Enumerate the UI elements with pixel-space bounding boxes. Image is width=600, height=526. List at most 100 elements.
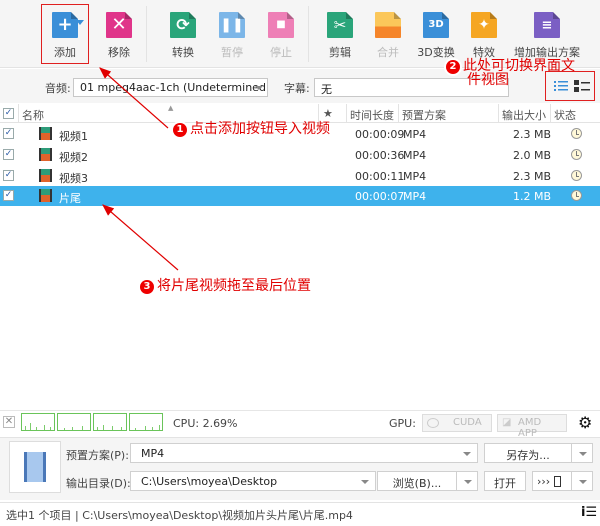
- amd-icon: ◪: [502, 417, 512, 428]
- table-row[interactable]: ✓ 视频3 00:00:11 MP4 2.3 MB: [0, 166, 600, 186]
- preset-select[interactable]: MP4: [130, 443, 478, 463]
- gear-icon[interactable]: ⚙: [578, 413, 592, 432]
- clock-icon: [571, 170, 582, 181]
- pause-icon: ❚❚: [219, 12, 245, 38]
- toolbar-separator: [146, 6, 147, 62]
- subtitle-label: 字幕:: [284, 82, 310, 95]
- merge-icon: [375, 12, 401, 38]
- chevron-down-icon: [579, 480, 587, 484]
- file-preset: MP4: [403, 149, 427, 162]
- video-profile-icon: [24, 452, 46, 482]
- subtitle-value: 无: [321, 83, 332, 96]
- gpu-label: GPU:: [389, 417, 416, 430]
- output-dir-label: 输出目录(D):: [66, 477, 131, 490]
- column-divider: [498, 104, 499, 123]
- clock-icon: [571, 149, 582, 160]
- convert-button[interactable]: ⟳ 转换: [156, 8, 210, 60]
- file-duration: 00:00:09: [355, 128, 405, 141]
- remove-button[interactable]: ✕ 移除: [92, 8, 146, 60]
- effects-button[interactable]: ✦ 特效: [457, 8, 511, 60]
- step-badge: 1: [173, 123, 187, 137]
- export-dropdown[interactable]: [571, 471, 593, 491]
- annotation-step-2: 2 此处可切换界面文: [446, 59, 575, 74]
- file-preset: MP4: [403, 128, 427, 141]
- log-icon[interactable]: i☰: [581, 505, 597, 520]
- convert-icon: ⟳: [170, 12, 196, 38]
- add-profile-button[interactable]: ≡ 增加输出方案: [510, 8, 584, 60]
- column-duration[interactable]: 时间长度: [350, 107, 394, 123]
- preset-thumbnail: [9, 441, 61, 493]
- video-file-icon: [39, 169, 52, 182]
- video-file-icon: [39, 148, 52, 161]
- column-divider: [398, 104, 399, 123]
- annotation-step-1: 1 点击添加按钮导入视频: [173, 122, 330, 137]
- table-row[interactable]: ✓ 视频2 00:00:36 MP4 2.0 MB: [0, 145, 600, 165]
- file-name: 视频1: [59, 130, 88, 143]
- stop-button[interactable]: ■ 停止: [254, 8, 308, 60]
- cpu-core-graph: [21, 413, 55, 431]
- column-preset[interactable]: 预置方案: [402, 107, 446, 123]
- file-size: 2.3 MB: [513, 170, 552, 183]
- annotation-step-3: 3 将片尾视频拖至最后位置: [140, 279, 311, 294]
- merge-button[interactable]: 合并: [361, 8, 415, 60]
- clock-icon: [571, 128, 582, 139]
- audio-track-select[interactable]: 01 mpeg4aac-1ch (Undetermined: [73, 78, 268, 97]
- row-checkbox[interactable]: ✓: [3, 190, 14, 201]
- row-checkbox[interactable]: ✓: [3, 149, 14, 160]
- save-as-label: 另存为...: [506, 449, 550, 462]
- export-to-device-button[interactable]: ›››: [532, 471, 572, 491]
- select-all-checkbox[interactable]: ✓: [3, 108, 14, 119]
- open-folder-button[interactable]: 打开: [484, 471, 526, 491]
- file-name: 片尾: [59, 192, 81, 205]
- annotation-text: 将片尾视频拖至最后位置: [157, 278, 311, 294]
- column-divider: [346, 104, 347, 123]
- column-star[interactable]: ★: [323, 107, 333, 120]
- browse-label: 浏览(B)...: [392, 477, 442, 490]
- column-name[interactable]: 名称: [22, 107, 44, 123]
- chevron-down-icon: [361, 480, 369, 484]
- column-divider: [550, 104, 551, 123]
- chevron-down-icon: [464, 480, 472, 484]
- cpu-core-graph: [93, 413, 127, 431]
- annotation-text: 点击添加按钮导入视频: [190, 121, 330, 137]
- preset-label: 预置方案(P):: [66, 449, 129, 462]
- sort-asc-icon: ▲: [168, 104, 174, 112]
- file-preset: MP4: [403, 190, 427, 203]
- 3d-convert-button[interactable]: 3D 3D变换: [409, 8, 463, 60]
- cpu-core-graph: [57, 413, 91, 431]
- close-monitor-button[interactable]: ✕: [3, 416, 15, 428]
- video-file-icon: [39, 127, 52, 140]
- chevron-down-icon: [463, 452, 471, 456]
- step-badge: 3: [140, 280, 154, 294]
- stop-icon: ■: [268, 12, 294, 38]
- row-checkbox[interactable]: ✓: [3, 170, 14, 181]
- magic-wand-icon: ✦: [471, 12, 497, 38]
- pause-button[interactable]: ❚❚ 暂停: [205, 8, 259, 60]
- remove-file-icon: ✕: [106, 12, 132, 38]
- output-dir-select[interactable]: C:\Users\moyea\Desktop: [130, 471, 376, 491]
- cpu-usage: CPU: 2.69%: [173, 417, 238, 430]
- save-as-dropdown[interactable]: [571, 443, 593, 463]
- output-dir-value: C:\Users\moyea\Desktop: [141, 475, 278, 488]
- column-status[interactable]: 状态: [554, 107, 576, 123]
- table-row-selected[interactable]: ✓ 片尾 00:00:07 MP4 1.2 MB: [0, 186, 600, 206]
- status-text: 选中1 个项目 | C:\Users\moyea\Desktop\视频加片头片尾…: [6, 509, 353, 522]
- file-size: 2.3 MB: [513, 128, 552, 141]
- chevron-down-icon: [255, 86, 263, 90]
- browse-dropdown[interactable]: [456, 471, 478, 491]
- file-duration: 00:00:11: [355, 170, 405, 183]
- video-file-icon: [39, 189, 52, 202]
- chevron-down-icon: [579, 452, 587, 456]
- browse-button[interactable]: 浏览(B)...: [377, 471, 457, 491]
- save-as-button[interactable]: 另存为...: [484, 443, 572, 463]
- 3d-icon: 3D: [423, 12, 449, 38]
- file-size: 2.0 MB: [513, 149, 552, 162]
- file-preset: MP4: [403, 170, 427, 183]
- device-icon: [553, 476, 561, 487]
- column-output-size[interactable]: 输出大小: [502, 107, 546, 123]
- clock-icon: [571, 190, 582, 201]
- file-size: 1.2 MB: [513, 190, 552, 203]
- column-divider: [18, 104, 19, 123]
- row-checkbox[interactable]: ✓: [3, 128, 14, 139]
- cut-button[interactable]: ✂ 剪辑: [313, 8, 367, 60]
